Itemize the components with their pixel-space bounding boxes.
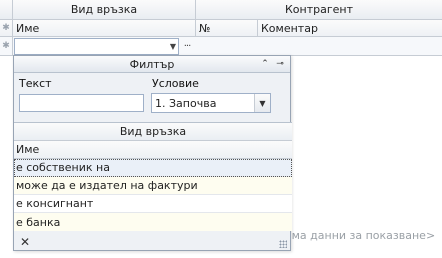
list-column-header[interactable]: Име [14,141,292,159]
filter-ellipsis-button[interactable]: ··· [180,38,194,55]
resize-grip-icon[interactable] [279,240,287,248]
grid-filter-row: ✱ ▼ ··· [0,37,442,56]
condition-value: 1. Започва [155,96,217,110]
grid-column-header: ✱ Име № Коментар [0,20,442,37]
filter-popup: Филтър ⌃ ⊸ Текст Условие 1. Започва ▼ Ви… [13,55,292,251]
band-indicator [0,0,13,19]
condition-dropdown-icon[interactable]: ▼ [254,94,270,112]
column-header-name[interactable]: Име [13,20,196,36]
text-input[interactable] [19,94,144,112]
filter-name-input[interactable] [14,38,179,55]
list-item[interactable]: може да е издател на фактури [14,177,292,195]
popup-title-bar: Филтър ⌃ ⊸ [14,56,290,73]
list-band-header: Вид връзка [14,123,292,141]
text-label: Текст [19,77,52,90]
column-header-comment[interactable]: Коментар [258,20,442,36]
list-item[interactable]: е собственик на [14,159,292,177]
filter-dropdown-icon[interactable]: ▼ [166,38,180,55]
filter-row-indicator-icon: ✱ [0,37,13,55]
collapse-icon[interactable]: ⌃ [258,57,272,71]
grid-band-header: Вид връзка Контрагент [0,0,442,20]
band-vid-vruzka[interactable]: Вид връзка [13,0,196,19]
column-header-number[interactable]: № [196,20,258,36]
pin-icon[interactable]: ⊸ [273,57,287,71]
condition-select[interactable]: 1. Започва ▼ [151,93,271,113]
empty-grid-message: яма данни за показване> [285,229,436,242]
list-item[interactable]: е консигнант [14,195,292,213]
header-indicator-icon: ✱ [0,20,13,36]
condition-label: Условие [152,77,199,90]
close-icon[interactable]: ✕ [20,235,30,249]
popup-title: Филтър [129,57,175,71]
popup-footer: ✕ [14,232,290,251]
list-item[interactable]: е банка [14,213,292,231]
vid-vruzka-list: Вид връзка Име е собственик на може да е… [14,122,292,231]
band-kontragent[interactable]: Контрагент [196,0,442,19]
